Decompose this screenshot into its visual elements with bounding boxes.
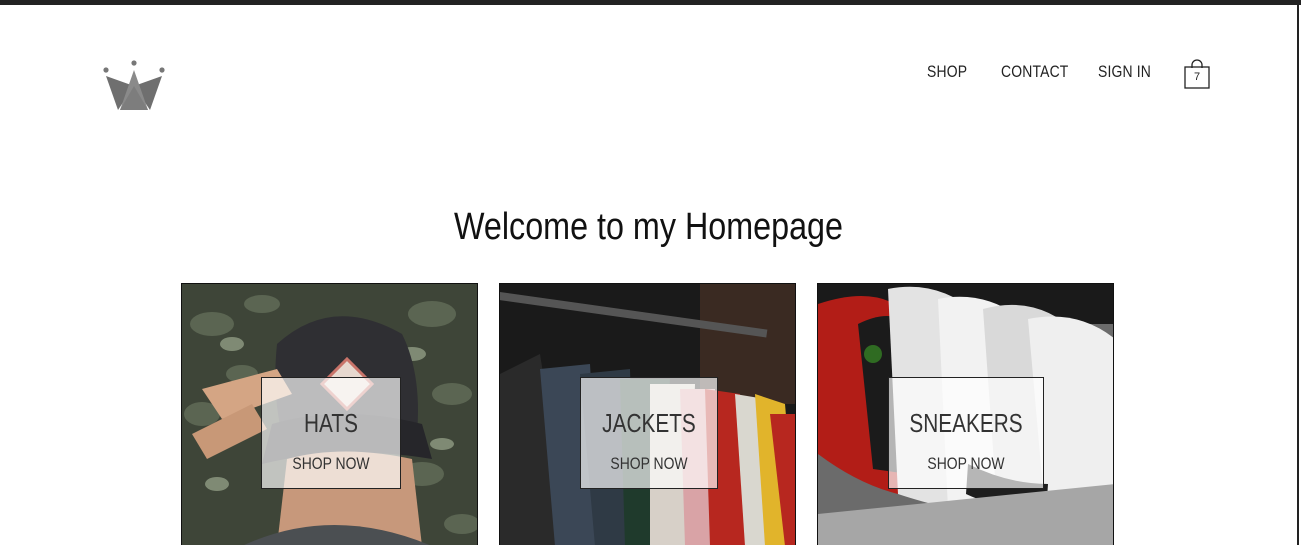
cart-button[interactable]: 7 (1182, 59, 1212, 91)
category-title: HATS (304, 408, 358, 438)
shop-now-link[interactable]: SHOP NOW (593, 454, 705, 474)
category-overlay[interactable]: JACKETS SHOP NOW (580, 377, 718, 489)
shop-now-link[interactable]: SHOP NOW (903, 454, 1029, 474)
nav-contact-link[interactable]: CONTACT (1001, 62, 1068, 82)
category-overlay[interactable]: HATS SHOP NOW (261, 377, 401, 489)
category-card-jackets[interactable]: JACKETS SHOP NOW (499, 283, 796, 545)
page-title: Welcome to my Homepage (454, 206, 843, 248)
category-title: SNEAKERS (909, 408, 1023, 438)
category-card-sneakers[interactable]: SNEAKERS SHOP NOW (817, 283, 1114, 545)
category-overlay[interactable]: SNEAKERS SHOP NOW (888, 377, 1044, 489)
category-title: JACKETS (602, 408, 696, 438)
right-border (1297, 5, 1299, 545)
nav-shop-link[interactable]: SHOP (927, 62, 967, 82)
top-border (0, 0, 1301, 5)
crown-icon[interactable] (100, 58, 168, 114)
shop-now-link[interactable]: SHOP NOW (274, 454, 387, 474)
category-card-hats[interactable]: HATS SHOP NOW (181, 283, 478, 545)
cart-count: 7 (1193, 71, 1201, 83)
nav-sign-in-link[interactable]: SIGN IN (1098, 62, 1151, 82)
